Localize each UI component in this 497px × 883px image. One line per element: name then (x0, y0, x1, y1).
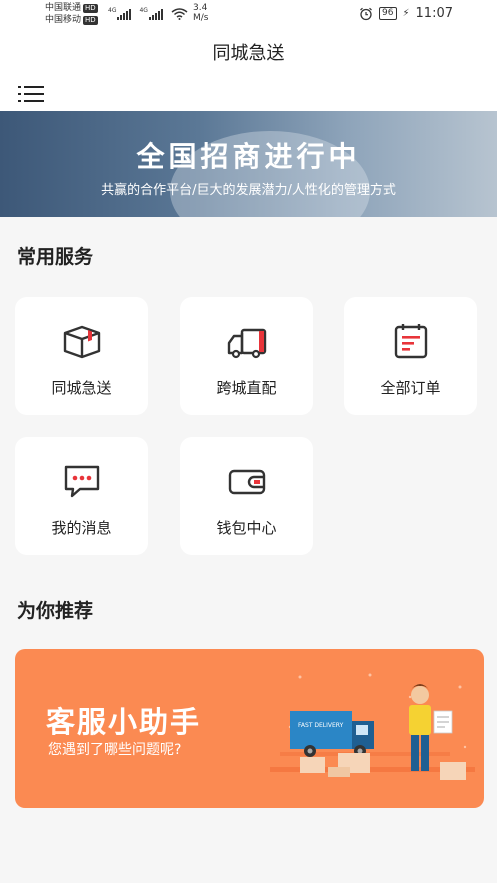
service-label: 跨城直配 (216, 379, 277, 397)
signal-icons: 4G 4G (108, 8, 188, 20)
signal-icon (148, 8, 163, 20)
page-title: 同城急送 (0, 30, 497, 77)
alarm-icon (360, 7, 372, 20)
service-card-local-delivery[interactable]: 同城急送 (15, 297, 148, 415)
charging-icon: ⚡ (402, 8, 410, 19)
service-label: 同城急送 (51, 379, 112, 397)
carrier-2: 中国移动 (45, 15, 82, 25)
promo-banner[interactable]: 全国招商进行中 共赢的合作平台/巨大的发展潜力/人性化的管理方式 (0, 111, 497, 217)
service-label: 钱包中心 (216, 519, 277, 537)
menu-bar (0, 77, 497, 111)
recommend-section-title: 为你推荐 (17, 600, 94, 622)
message-icon (64, 465, 100, 498)
box-icon (63, 325, 101, 359)
status-right: 96 ⚡ 11:07 (359, 6, 453, 21)
wifi-icon (171, 8, 188, 20)
status-bar: 中国联通 HD 中国移动 HD 4G 4G 3.4 M/s 96 ⚡ 11:07 (0, 0, 497, 30)
delivery-illustration: FAST DELIVERY (270, 673, 475, 780)
speed-unit: M/s (193, 13, 209, 23)
carrier-1: 中国联通 (45, 3, 82, 13)
battery-level: 96 (379, 7, 397, 20)
network-speed: 3.4 M/s (193, 3, 209, 23)
service-card-messages[interactable]: 我的消息 (15, 437, 148, 555)
hd-badge: HD (83, 4, 98, 13)
truck-icon (227, 328, 267, 359)
customer-service-card[interactable]: 客服小助手 您遇到了哪些问题呢? FAST DELIVERY (15, 649, 484, 808)
hd-badge: HD (83, 16, 98, 25)
wallet-icon (228, 469, 266, 495)
banner-subtitle: 共赢的合作平台/巨大的发展潜力/人性化的管理方式 (101, 183, 396, 198)
clock-time: 11:07 (415, 6, 453, 21)
speed-value: 3.4 (193, 3, 208, 13)
service-card-intercity[interactable]: 跨城直配 (180, 297, 313, 415)
calendar-icon (394, 324, 428, 359)
promo-title: 客服小助手 (46, 705, 202, 739)
truck-label: FAST DELIVERY (298, 722, 344, 729)
net-type-2: 4G (139, 7, 148, 14)
menu-icon[interactable] (18, 85, 44, 103)
service-label: 我的消息 (51, 519, 112, 537)
service-card-all-orders[interactable]: 全部订单 (344, 297, 477, 415)
services-section-title: 常用服务 (17, 246, 94, 268)
promo-subtitle: 您遇到了哪些问题呢? (48, 742, 182, 758)
carrier-info: 中国联通 HD 中国移动 HD (45, 2, 98, 26)
service-card-wallet[interactable]: 钱包中心 (180, 437, 313, 555)
net-type-1: 4G (108, 7, 117, 14)
signal-icon (117, 8, 132, 20)
service-label: 全部订单 (380, 379, 441, 397)
banner-title: 全国招商进行中 (136, 140, 361, 173)
